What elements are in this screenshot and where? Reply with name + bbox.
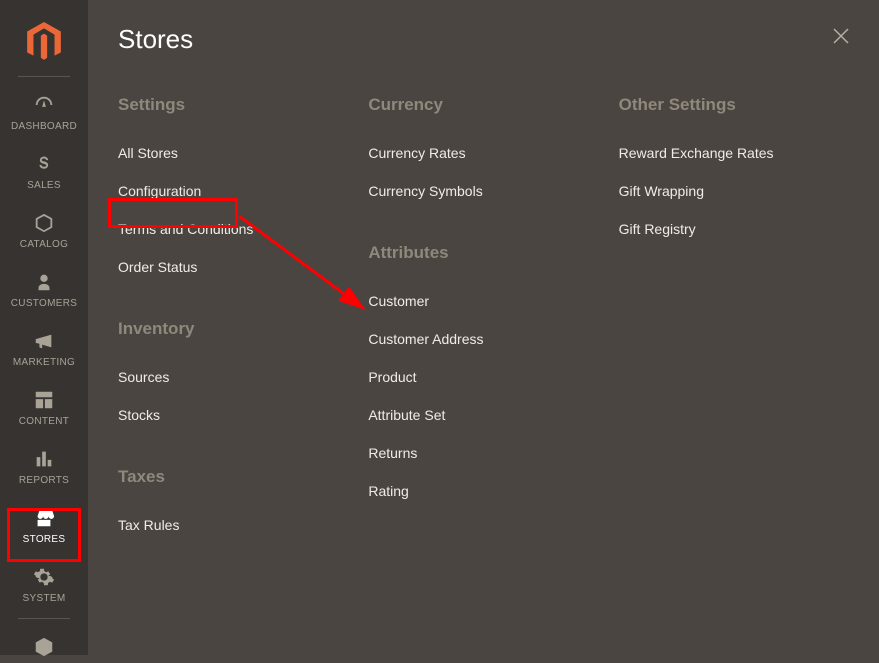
nav-reports[interactable]: REPORTS	[0, 437, 88, 496]
panel-title: Stores	[118, 24, 849, 55]
nav-sales[interactable]: SALES	[0, 142, 88, 201]
group-heading-attributes: Attributes	[368, 243, 598, 263]
nav-marketing[interactable]: MARKETING	[0, 319, 88, 378]
sidebar: DASHBOARD SALES CATALOG CUSTOMERS MARKET…	[0, 0, 88, 655]
nav-catalog[interactable]: CATALOG	[0, 201, 88, 260]
link-currency-symbols[interactable]: Currency Symbols	[368, 173, 598, 211]
link-stocks[interactable]: Stocks	[118, 397, 348, 435]
megaphone-icon	[33, 329, 55, 353]
nav-label: REPORTS	[19, 475, 69, 486]
link-tax-rules[interactable]: Tax Rules	[118, 507, 348, 545]
nav-customers[interactable]: CUSTOMERS	[0, 260, 88, 319]
gear-icon	[33, 565, 55, 589]
nav-stores[interactable]: STORES	[0, 496, 88, 555]
nav-label: MARKETING	[13, 357, 75, 368]
nav-extensions[interactable]	[0, 625, 88, 663]
nav-label: SYSTEM	[23, 593, 66, 604]
nav-content[interactable]: CONTENT	[0, 378, 88, 437]
link-sources[interactable]: Sources	[118, 359, 348, 397]
nav-label: SALES	[27, 180, 61, 191]
link-configuration[interactable]: Configuration	[118, 173, 348, 211]
column-1: Settings All Stores Configuration Terms …	[118, 95, 348, 545]
link-gift-registry[interactable]: Gift Registry	[619, 211, 849, 249]
link-gift-wrapping[interactable]: Gift Wrapping	[619, 173, 849, 211]
nav-dashboard[interactable]: DASHBOARD	[0, 83, 88, 142]
magento-logo[interactable]	[24, 22, 64, 62]
group-heading-settings: Settings	[118, 95, 348, 115]
link-order-status[interactable]: Order Status	[118, 249, 348, 287]
column-2: Currency Currency Rates Currency Symbols…	[368, 95, 598, 545]
link-rating[interactable]: Rating	[368, 473, 598, 511]
stores-flyout-panel: Stores Settings All Stores Configuration…	[88, 0, 879, 655]
nav-label: CATALOG	[20, 239, 68, 250]
group-heading-taxes: Taxes	[118, 467, 348, 487]
layout-icon	[33, 388, 55, 412]
column-3: Other Settings Reward Exchange Rates Gif…	[619, 95, 849, 545]
group-heading-inventory: Inventory	[118, 319, 348, 339]
link-terms-and-conditions[interactable]: Terms and Conditions	[118, 211, 348, 249]
nav-label: STORES	[23, 534, 66, 545]
box-icon	[33, 211, 55, 235]
group-heading-currency: Currency	[368, 95, 598, 115]
close-button[interactable]	[829, 24, 853, 48]
bar-chart-icon	[33, 447, 55, 471]
link-reward-exchange-rates[interactable]: Reward Exchange Rates	[619, 135, 849, 173]
hexagon-icon	[33, 635, 55, 659]
link-all-stores[interactable]: All Stores	[118, 135, 348, 173]
store-icon	[33, 506, 55, 530]
nav-label: DASHBOARD	[11, 121, 77, 132]
link-currency-rates[interactable]: Currency Rates	[368, 135, 598, 173]
link-returns[interactable]: Returns	[368, 435, 598, 473]
link-customer[interactable]: Customer	[368, 283, 598, 321]
dollar-icon	[33, 152, 55, 176]
dashboard-icon	[33, 93, 55, 117]
nav-label: CONTENT	[19, 416, 69, 427]
link-customer-address[interactable]: Customer Address	[368, 321, 598, 359]
menu-columns: Settings All Stores Configuration Terms …	[118, 95, 849, 545]
link-product[interactable]: Product	[368, 359, 598, 397]
nav-label: CUSTOMERS	[11, 298, 77, 309]
person-icon	[33, 270, 55, 294]
link-attribute-set[interactable]: Attribute Set	[368, 397, 598, 435]
group-heading-other-settings: Other Settings	[619, 95, 849, 115]
nav-system[interactable]: SYSTEM	[0, 555, 88, 614]
